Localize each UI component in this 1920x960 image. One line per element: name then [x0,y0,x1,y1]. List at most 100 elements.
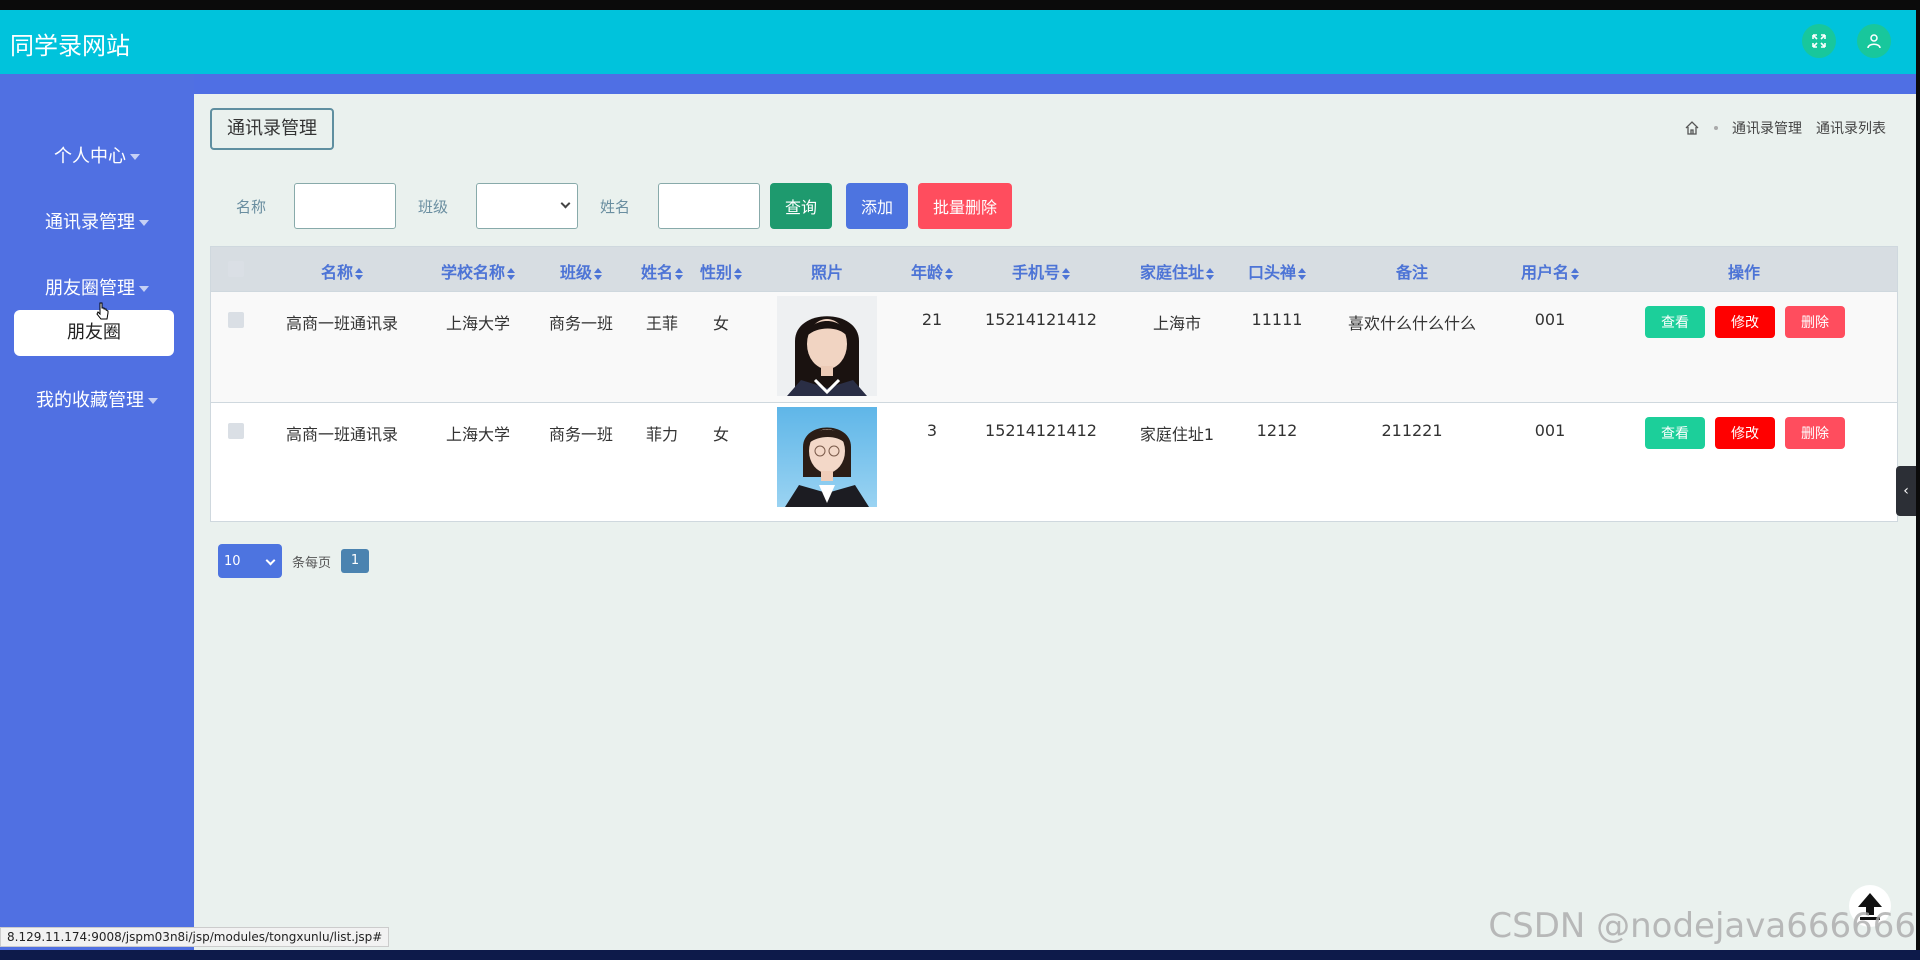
delete-button[interactable]: 删除 [1785,306,1845,338]
page-title: 通讯录管理 [210,108,334,150]
watermark: CSDN @nodejava666666 [1488,906,1916,946]
pagination: 10 条每页 1 [218,544,370,578]
cell-gender: 女 [712,314,730,333]
cell-gender: 女 [712,425,730,444]
cell-address: 上海市 [1152,314,1202,333]
column-header-photo: 照片 [810,263,844,282]
query-button[interactable]: 查询 [770,183,833,229]
cell-name: 高商一班通讯录 [285,314,399,333]
person-name-label: 姓名 [600,197,631,216]
name-input[interactable] [294,183,397,229]
name-label: 名称 [236,197,267,216]
user-button[interactable] [1857,24,1891,58]
sort-icon [507,267,516,280]
column-header-actions: 操作 [1727,263,1761,282]
sidebar-item-personal-center[interactable]: 个人中心 [0,142,194,168]
sidebar: 个人中心 通讯录管理 朋友圈管理 朋友圈 我的收藏管理 [0,74,194,950]
column-header-person[interactable]: 姓名 [641,259,684,283]
sidebar-item-moments[interactable]: 朋友圈管理 [0,274,194,300]
view-button[interactable]: 查看 [1645,306,1705,338]
sort-icon [675,267,684,280]
status-bar-url: 8.129.11.174:9008/jspm03n8i/jsp/modules/… [0,927,390,947]
sort-icon [1298,267,1307,280]
cell-class: 商务一班 [548,314,614,333]
breadcrumb-item[interactable]: 通讯录管理 [1732,118,1802,138]
sidebar-item-label: 通讯录管理 [45,212,135,233]
column-header-address[interactable]: 家庭住址 [1140,259,1215,283]
row-checkbox[interactable] [228,312,244,328]
sidebar-item-contacts[interactable]: 通讯录管理 [0,208,194,234]
column-header-remark: 备注 [1395,263,1429,282]
cell-age: 21 [921,310,943,329]
chevron-down-icon [560,198,571,209]
cell-username: 001 [1534,310,1566,329]
contact-photo[interactable] [777,407,877,507]
cell-remark: 喜欢什么什么什么 [1347,314,1477,333]
column-header-name[interactable]: 名称 [321,259,364,283]
sort-icon [594,267,603,280]
page-number-button[interactable]: 1 [341,549,370,573]
contact-photo[interactable] [777,296,877,396]
column-header-gender[interactable]: 性别 [700,259,743,283]
select-all-checkbox[interactable] [228,261,244,277]
table-header: 名称 学校名称 班级 姓名 性别 照片 年龄 手机号 家庭住址 口头禅 备注 用… [211,247,1897,291]
site-title: 同学录网站 [10,32,130,60]
sort-icon [1062,267,1071,280]
fullscreen-icon [1812,34,1826,48]
fullscreen-button[interactable] [1802,24,1836,58]
column-header-school[interactable]: 学校名称 [441,259,516,283]
home-icon[interactable] [1684,120,1700,136]
edit-button[interactable]: 修改 [1715,417,1775,449]
class-select[interactable] [476,183,579,229]
row-actions: 查看 修改 删除 [1645,417,1845,449]
person-name-input[interactable] [658,183,761,229]
search-bar: 名称 班级 姓名 查询 添加 批量删除 [210,182,1013,230]
column-header-phone[interactable]: 手机号 [1012,259,1071,283]
column-header-username[interactable]: 用户名 [1521,259,1580,283]
chevron-down-icon [148,398,158,404]
edit-button[interactable]: 修改 [1715,306,1775,338]
sort-icon [945,267,954,280]
delete-button[interactable]: 删除 [1785,417,1845,449]
class-label: 班级 [418,197,449,216]
row-checkbox[interactable] [228,423,244,439]
cell-person: 王菲 [645,314,679,333]
sort-icon [734,267,743,280]
breadcrumb-item: 通讯录列表 [1816,121,1886,137]
chevron-down-icon [265,555,276,566]
cell-school: 上海大学 [445,425,511,444]
chevron-left-icon: ‹ [1903,483,1909,499]
column-header-catchphrase[interactable]: 口头禅 [1248,259,1307,283]
sidebar-item-label: 个人中心 [54,146,126,167]
table-row: 高商一班通讯录 上海大学 商务一班 王菲 女 21 15214121412 上海… [211,291,1897,402]
batch-delete-button[interactable]: 批量删除 [918,183,1013,229]
table-row: 高商一班通讯录 上海大学 商务一班 菲力 女 3 15214121412 家庭住… [211,402,1897,513]
cell-username: 001 [1534,421,1566,440]
page-size-select[interactable]: 10 [218,544,282,578]
cell-remark: 211221 [1381,421,1443,440]
side-collapse-tab[interactable]: ‹ [1896,466,1916,516]
view-button[interactable]: 查看 [1645,417,1705,449]
cell-phone: 15214121412 [985,421,1097,440]
contacts-table: 名称 学校名称 班级 姓名 性别 照片 年龄 手机号 家庭住址 口头禅 备注 用… [210,246,1898,522]
cell-phone: 15214121412 [985,310,1097,329]
top-bar: 同学录网站 [0,10,1916,74]
cell-catchphrase: 11111 [1251,310,1303,329]
sort-icon [1571,267,1580,280]
chevron-down-icon [139,286,149,292]
header-band [0,74,1916,94]
chevron-down-icon [139,220,149,226]
sidebar-item-label: 我的收藏管理 [36,390,144,411]
submenu-item-moments[interactable]: 朋友圈 [14,310,174,356]
sidebar-item-label: 朋友圈管理 [45,278,135,299]
browser-viewport: 同学录网站 个人中心 通讯录管理 朋友圈管理 朋友圈 我的收藏管理 通讯录管理 … [0,10,1916,950]
breadcrumb-separator [1714,126,1718,130]
column-header-class[interactable]: 班级 [560,259,603,283]
column-header-age[interactable]: 年龄 [911,259,954,283]
cell-catchphrase: 1212 [1256,421,1298,440]
add-button[interactable]: 添加 [846,183,909,229]
sort-icon [1206,267,1215,280]
sidebar-item-favorites[interactable]: 我的收藏管理 [0,386,194,412]
chevron-down-icon [130,154,140,160]
mouse-cursor-icon [96,302,109,320]
